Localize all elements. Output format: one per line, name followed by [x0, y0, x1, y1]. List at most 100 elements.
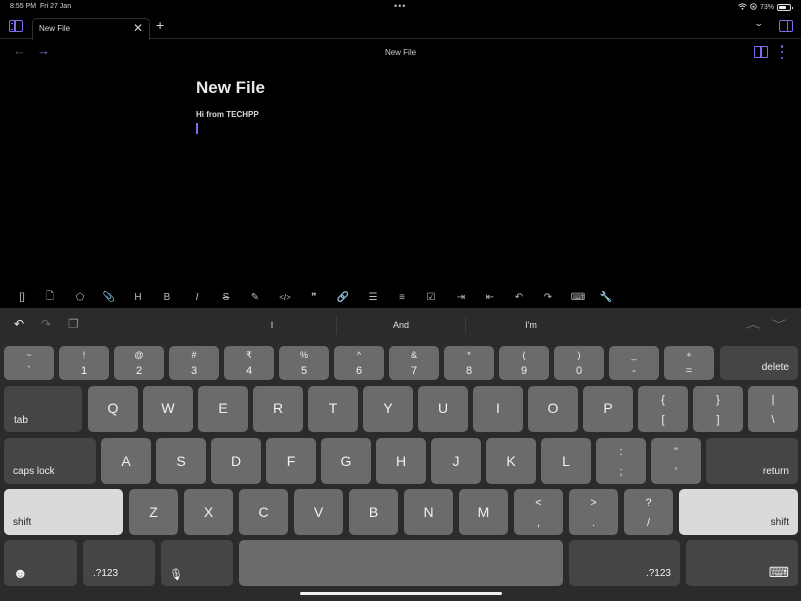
reading-view-book-icon[interactable]	[754, 46, 768, 58]
keyboard-undo-icon[interactable]: ↶	[14, 317, 24, 331]
key-b[interactable]: B	[349, 489, 398, 535]
key-semicolon[interactable]: :;	[596, 438, 646, 484]
key-2[interactable]: @2	[114, 346, 164, 380]
key-bracket-1[interactable]: }]	[693, 386, 743, 432]
key-q[interactable]: Q	[88, 386, 138, 432]
key-y[interactable]: Y	[363, 386, 413, 432]
key-5[interactable]: % 5	[279, 346, 329, 380]
key-quote[interactable]: " '	[651, 438, 701, 484]
key-l[interactable]: L	[541, 438, 591, 484]
key-1[interactable]: ! 1	[59, 346, 109, 380]
tag-icon[interactable]: ⬠	[71, 287, 89, 307]
return-key[interactable]: return	[706, 438, 798, 484]
key-9[interactable]: (9	[499, 346, 549, 380]
note-title[interactable]: New File	[196, 78, 616, 98]
key-d[interactable]: D	[211, 438, 261, 484]
key-0[interactable]: ) 0	[554, 346, 604, 380]
key-slash[interactable]: ? /	[624, 489, 673, 535]
key-s[interactable]: S	[156, 438, 206, 484]
right-sidebar-toggle-icon[interactable]	[779, 20, 793, 32]
key-j[interactable]: J	[431, 438, 481, 484]
embed-file-icon[interactable]: 🗋	[41, 287, 59, 307]
key-i[interactable]: I	[473, 386, 523, 432]
key-period[interactable]: >.	[569, 489, 618, 535]
emoji-key[interactable]: ☻	[4, 540, 77, 586]
chevron-up-icon[interactable]: ︿	[746, 316, 761, 331]
right-shift-key[interactable]: shift	[679, 489, 798, 535]
key-k[interactable]: K	[486, 438, 536, 484]
dictation-key[interactable]: 🎙	[161, 540, 233, 586]
key-r[interactable]: R	[253, 386, 303, 432]
indent-icon[interactable]: ⇥	[452, 287, 470, 307]
key-u[interactable]: U	[418, 386, 468, 432]
chevron-down-icon[interactable]: ⌄	[753, 18, 764, 29]
note-body-line[interactable]: Hi from TECHPP	[196, 110, 616, 119]
checklist-icon[interactable]: ☑	[422, 287, 440, 307]
left-shift-key[interactable]: shift	[4, 489, 123, 535]
numbers-key-left[interactable]: .?123	[83, 540, 155, 586]
strikethrough-icon[interactable]: S	[217, 287, 235, 307]
suggestion-3[interactable]: I'm	[471, 320, 591, 330]
redo-icon[interactable]: ↷	[539, 287, 557, 307]
space-bar[interactable]	[239, 540, 563, 586]
key-m[interactable]: M	[459, 489, 508, 535]
dismiss-keyboard-key[interactable]: ⌨	[686, 540, 798, 586]
key-comma[interactable]: <,	[514, 489, 563, 535]
bullet-list-icon[interactable]: ☰	[364, 287, 382, 307]
key-3[interactable]: #3	[169, 346, 219, 380]
key-t[interactable]: T	[308, 386, 358, 432]
tab-key[interactable]: tab	[4, 386, 82, 432]
key-=[interactable]: + =	[664, 346, 714, 380]
key-bracket-0[interactable]: {[	[638, 386, 688, 432]
key-o[interactable]: O	[528, 386, 578, 432]
key-n[interactable]: N	[404, 489, 453, 535]
quote-icon[interactable]: ❞	[305, 287, 323, 307]
delete-key[interactable]: delete	[720, 346, 798, 380]
tab-new-file[interactable]: New File ✕	[32, 18, 150, 40]
left-sidebar-toggle-icon[interactable]	[9, 20, 23, 32]
key-p[interactable]: P	[583, 386, 633, 432]
new-tab-button[interactable]: +	[156, 17, 164, 33]
heading-icon[interactable]: H	[129, 287, 147, 307]
paste-icon[interactable]: ❐	[68, 317, 79, 331]
key--[interactable]: _ -	[609, 346, 659, 380]
multitasking-dots-icon[interactable]: •••	[394, 1, 406, 11]
highlight-icon[interactable]: ✎	[246, 287, 264, 307]
key-8[interactable]: * 8	[444, 346, 494, 380]
key-c[interactable]: C	[239, 489, 288, 535]
hide-keyboard-icon[interactable]: ⌨	[569, 287, 587, 307]
internal-link-icon[interactable]: []	[13, 287, 31, 307]
chevron-down-icon[interactable]: ﹀	[772, 316, 787, 331]
key-e[interactable]: E	[198, 386, 248, 432]
italic-icon[interactable]: I	[188, 287, 206, 307]
key-backslash[interactable]: | \	[748, 386, 798, 432]
attachment-icon[interactable]: 📎	[100, 287, 118, 307]
key-7[interactable]: & 7	[389, 346, 439, 380]
key-6[interactable]: ^ 6	[334, 346, 384, 380]
key-v[interactable]: V	[294, 489, 343, 535]
code-icon[interactable]: </>	[276, 287, 294, 307]
home-indicator[interactable]	[300, 592, 502, 595]
key-4[interactable]: ₹4	[224, 346, 274, 380]
key-h[interactable]: H	[376, 438, 426, 484]
key-f[interactable]: F	[266, 438, 316, 484]
numbers-key-right[interactable]: .?123	[569, 540, 680, 586]
undo-icon[interactable]: ↶	[510, 287, 528, 307]
key-x[interactable]: X	[184, 489, 233, 535]
key-z[interactable]: Z	[129, 489, 178, 535]
key-`[interactable]: ~ `	[4, 346, 54, 380]
settings-wrench-icon[interactable]: 🔧	[597, 287, 615, 307]
key-g[interactable]: G	[321, 438, 371, 484]
keyboard-redo-icon[interactable]: ↷	[41, 317, 51, 331]
more-options-icon[interactable]	[780, 45, 784, 59]
bold-icon[interactable]: B	[158, 287, 176, 307]
caps-lock-key[interactable]: caps lock	[4, 438, 96, 484]
editor[interactable]: New File Hi from TECHPP	[196, 78, 616, 134]
link-icon[interactable]: 🔗	[334, 287, 352, 307]
close-tab-icon[interactable]: ✕	[133, 21, 143, 35]
outdent-icon[interactable]: ⇤	[481, 287, 499, 307]
key-a[interactable]: A	[101, 438, 151, 484]
suggestion-1[interactable]: I	[212, 320, 332, 330]
numbered-list-icon[interactable]: ≡	[393, 287, 411, 307]
suggestion-2[interactable]: And	[341, 320, 461, 330]
